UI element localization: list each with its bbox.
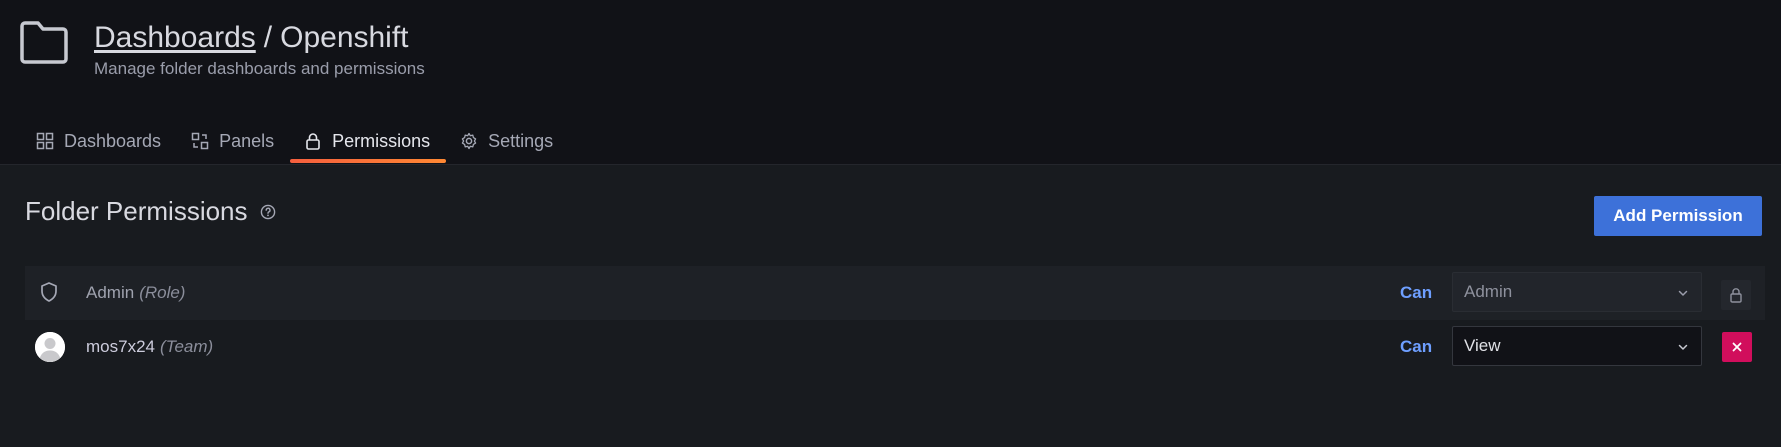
folder-name: Openshift xyxy=(280,21,409,54)
folder-icon xyxy=(20,21,68,64)
gear-icon xyxy=(461,132,477,150)
tab-settings[interactable]: Settings xyxy=(446,122,569,160)
breadcrumb-dashboards-link[interactable]: Dashboards xyxy=(94,21,256,54)
permission-row-admin: Admin (Role) Can Admin xyxy=(25,266,1765,320)
can-label: Can xyxy=(1400,283,1433,302)
role-kind: (Role) xyxy=(139,283,186,302)
tab-bar: Dashboards Panels Permissions Settings xyxy=(22,122,569,165)
help-icon[interactable] xyxy=(260,204,276,220)
chevron-down-icon xyxy=(1678,290,1688,296)
locked-indicator xyxy=(1721,280,1751,310)
breadcrumb-separator: / xyxy=(263,21,273,54)
page-header: Dashboards / Openshift Manage folder dashb… xyxy=(0,0,1781,165)
permission-select-value: Admin xyxy=(1464,282,1513,301)
page-title: Dashboards / Openshift xyxy=(94,18,409,58)
tab-label: Panels xyxy=(219,130,275,151)
team-name: mos7x24 xyxy=(86,337,155,356)
permission-select-value: View xyxy=(1464,336,1501,355)
tab-permissions[interactable]: Permissions xyxy=(290,122,447,163)
lock-icon xyxy=(1730,288,1742,303)
shield-icon xyxy=(41,282,57,302)
grid-icon xyxy=(36,132,54,150)
add-permission-button[interactable]: Add Permission xyxy=(1594,196,1762,236)
permission-select-admin: Admin xyxy=(1452,272,1702,312)
lock-icon xyxy=(306,133,320,150)
can-label: Can xyxy=(1400,337,1433,356)
tab-dashboards[interactable]: Dashboards xyxy=(22,122,177,160)
close-icon xyxy=(1732,342,1742,352)
remove-permission-button[interactable] xyxy=(1722,332,1752,362)
tab-label: Permissions xyxy=(332,130,431,151)
user-avatar-icon xyxy=(35,332,65,362)
tab-label: Settings xyxy=(488,130,554,151)
team-kind: (Team) xyxy=(159,337,214,356)
permission-row-team: mos7x24 (Team) Can View xyxy=(25,320,1765,374)
tab-panels[interactable]: Panels xyxy=(177,122,290,160)
avatar xyxy=(35,332,65,362)
library-panels-icon xyxy=(191,132,209,150)
role-name: Admin xyxy=(86,283,135,302)
folder-permissions-heading: Folder Permissions xyxy=(25,196,248,226)
permission-name: mos7x24 (Team) xyxy=(86,320,213,374)
permission-select-team[interactable]: View xyxy=(1452,326,1702,366)
permission-name: Admin (Role) xyxy=(86,266,185,320)
section-title: Folder Permissions xyxy=(25,195,276,227)
tab-label: Dashboards xyxy=(64,130,162,151)
page-subtitle: Manage folder dashboards and permissions xyxy=(94,59,425,78)
chevron-down-icon xyxy=(1678,344,1688,350)
